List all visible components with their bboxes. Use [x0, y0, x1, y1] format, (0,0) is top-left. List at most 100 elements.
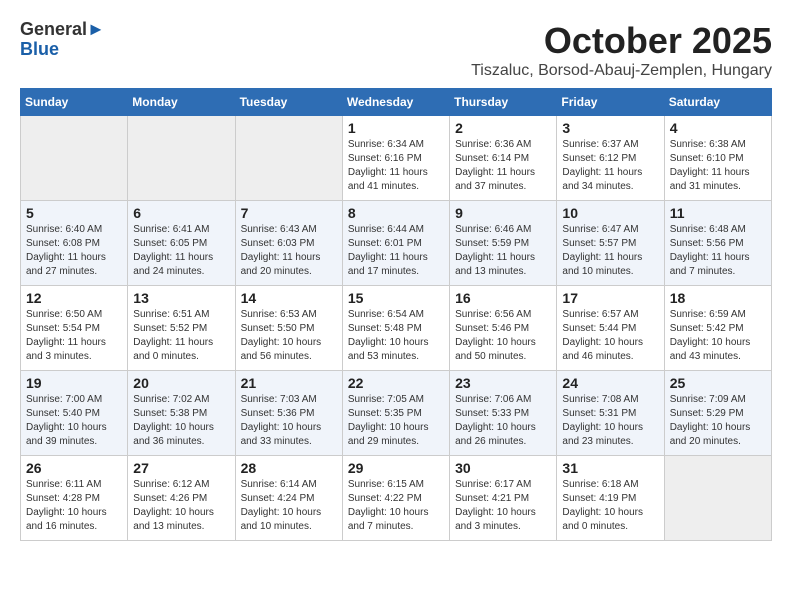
day-info: Sunrise: 6:47 AM Sunset: 5:57 PM Dayligh… — [562, 223, 658, 279]
calendar-cell: 31 Sunrise: 6:18 AM Sunset: 4:19 PM Dayli… — [557, 456, 664, 541]
day-number: 18 — [670, 290, 766, 306]
header-monday: Monday — [128, 89, 235, 116]
calendar-cell: 10 Sunrise: 6:47 AM Sunset: 5:57 PM Dayli… — [557, 201, 664, 286]
calendar-cell: 16Sunrise: 6:56 AM Sunset: 5:46 PM Dayli… — [450, 286, 557, 371]
day-number: 26 — [26, 460, 122, 476]
day-info: Sunrise: 6:48 AM Sunset: 5:56 PM Dayligh… — [670, 223, 766, 279]
logo: General► Blue — [20, 20, 105, 60]
day-info: Sunrise: 6:46 AM Sunset: 5:59 PM Dayligh… — [455, 223, 551, 279]
day-number: 10 — [562, 205, 658, 221]
day-info: Sunrise: 7:05 AM Sunset: 5:35 PM Dayligh… — [348, 393, 444, 449]
calendar-cell: 12Sunrise: 6:50 AM Sunset: 5:54 PM Dayli… — [21, 286, 128, 371]
calendar-cell: 22 Sunrise: 7:05 AM Sunset: 5:35 PM Dayli… — [342, 371, 449, 456]
day-info: Sunrise: 7:09 AM Sunset: 5:29 PM Dayligh… — [670, 393, 766, 449]
calendar-cell: 14 Sunrise: 6:53 AM Sunset: 5:50 PM Dayli… — [235, 286, 342, 371]
day-info: Sunrise: 7:03 AM Sunset: 5:36 PM Dayligh… — [241, 393, 337, 449]
day-number: 23 — [455, 375, 551, 391]
calendar-cell: 19Sunrise: 7:00 AM Sunset: 5:40 PM Dayli… — [21, 371, 128, 456]
calendar-cell: 2 Sunrise: 6:36 AM Sunset: 6:14 PM Daylig… — [450, 116, 557, 201]
day-number: 16 — [455, 290, 551, 306]
calendar-cell: 9 Sunrise: 6:46 AM Sunset: 5:59 PM Daylig… — [450, 201, 557, 286]
day-info: Sunrise: 6:36 AM Sunset: 6:14 PM Dayligh… — [455, 138, 551, 194]
day-info: Sunrise: 6:59 AM Sunset: 5:42 PM Dayligh… — [670, 308, 766, 364]
day-info: Sunrise: 6:11 AM Sunset: 4:28 PM Dayligh… — [26, 478, 122, 534]
header-thursday: Thursday — [450, 89, 557, 116]
day-info: Sunrise: 6:38 AM Sunset: 6:10 PM Dayligh… — [670, 138, 766, 194]
day-info: Sunrise: 6:51 AM Sunset: 5:52 PM Dayligh… — [133, 308, 229, 364]
calendar-cell — [235, 116, 342, 201]
day-number: 11 — [670, 205, 766, 221]
calendar-cell: 29Sunrise: 6:15 AM Sunset: 4:22 PM Dayli… — [342, 456, 449, 541]
calendar-cell: 3 Sunrise: 6:37 AM Sunset: 6:12 PM Daylig… — [557, 116, 664, 201]
day-info: Sunrise: 6:18 AM Sunset: 4:19 PM Dayligh… — [562, 478, 658, 534]
calendar-cell — [21, 116, 128, 201]
header-friday: Friday — [557, 89, 664, 116]
day-number: 7 — [241, 205, 337, 221]
day-number: 19 — [26, 375, 122, 391]
weekday-header-row: Sunday Monday Tuesday Wednesday Thursday… — [21, 89, 772, 116]
day-number: 1 — [348, 120, 444, 136]
calendar-cell: 1Sunrise: 6:34 AM Sunset: 6:16 PM Daylig… — [342, 116, 449, 201]
calendar-cell: 4 Sunrise: 6:38 AM Sunset: 6:10 PM Daylig… — [664, 116, 771, 201]
day-info: Sunrise: 6:14 AM Sunset: 4:24 PM Dayligh… — [241, 478, 337, 534]
day-info: Sunrise: 6:40 AM Sunset: 6:08 PM Dayligh… — [26, 223, 122, 279]
week-row-2: 12Sunrise: 6:50 AM Sunset: 5:54 PM Dayli… — [21, 286, 772, 371]
day-number: 4 — [670, 120, 766, 136]
calendar-cell: 20 Sunrise: 7:02 AM Sunset: 5:38 PM Dayli… — [128, 371, 235, 456]
day-number: 9 — [455, 205, 551, 221]
calendar-cell: 21 Sunrise: 7:03 AM Sunset: 5:36 PM Dayli… — [235, 371, 342, 456]
day-info: Sunrise: 7:02 AM Sunset: 5:38 PM Dayligh… — [133, 393, 229, 449]
header-wednesday: Wednesday — [342, 89, 449, 116]
day-number: 22 — [348, 375, 444, 391]
day-number: 21 — [241, 375, 337, 391]
calendar-cell: 18 Sunrise: 6:59 AM Sunset: 5:42 PM Dayli… — [664, 286, 771, 371]
week-row-3: 19Sunrise: 7:00 AM Sunset: 5:40 PM Dayli… — [21, 371, 772, 456]
day-number: 20 — [133, 375, 229, 391]
calendar-table: Sunday Monday Tuesday Wednesday Thursday… — [20, 88, 772, 541]
day-info: Sunrise: 7:08 AM Sunset: 5:31 PM Dayligh… — [562, 393, 658, 449]
calendar-cell: 15 Sunrise: 6:54 AM Sunset: 5:48 PM Dayli… — [342, 286, 449, 371]
day-number: 15 — [348, 290, 444, 306]
day-info: Sunrise: 7:06 AM Sunset: 5:33 PM Dayligh… — [455, 393, 551, 449]
calendar-cell: 28 Sunrise: 6:14 AM Sunset: 4:24 PM Dayli… — [235, 456, 342, 541]
calendar-cell: 25Sunrise: 7:09 AM Sunset: 5:29 PM Dayli… — [664, 371, 771, 456]
calendar-cell: 26 Sunrise: 6:11 AM Sunset: 4:28 PM Dayli… — [21, 456, 128, 541]
page-container: General► Blue October 2025 Tiszaluc, Bor… — [20, 20, 772, 541]
header-saturday: Saturday — [664, 89, 771, 116]
day-number: 12 — [26, 290, 122, 306]
day-number: 28 — [241, 460, 337, 476]
day-number: 29 — [348, 460, 444, 476]
day-number: 31 — [562, 460, 658, 476]
calendar-cell: 30Sunrise: 6:17 AM Sunset: 4:21 PM Dayli… — [450, 456, 557, 541]
month-title: October 2025 — [471, 20, 772, 62]
logo-blue-text: Blue — [20, 39, 59, 59]
week-row-1: 5 Sunrise: 6:40 AM Sunset: 6:08 PM Daylig… — [21, 201, 772, 286]
header-tuesday: Tuesday — [235, 89, 342, 116]
day-number: 2 — [455, 120, 551, 136]
day-number: 5 — [26, 205, 122, 221]
day-number: 30 — [455, 460, 551, 476]
calendar-cell: 23 Sunrise: 7:06 AM Sunset: 5:33 PM Dayli… — [450, 371, 557, 456]
day-number: 14 — [241, 290, 337, 306]
calendar-cell — [128, 116, 235, 201]
calendar-cell — [664, 456, 771, 541]
calendar-cell: 6Sunrise: 6:41 AM Sunset: 6:05 PM Daylig… — [128, 201, 235, 286]
day-info: Sunrise: 6:43 AM Sunset: 6:03 PM Dayligh… — [241, 223, 337, 279]
calendar-cell: 7 Sunrise: 6:43 AM Sunset: 6:03 PM Daylig… — [235, 201, 342, 286]
day-number: 17 — [562, 290, 658, 306]
logo-general-text: General — [20, 19, 87, 39]
week-row-4: 26 Sunrise: 6:11 AM Sunset: 4:28 PM Dayli… — [21, 456, 772, 541]
day-info: Sunrise: 6:37 AM Sunset: 6:12 PM Dayligh… — [562, 138, 658, 194]
day-info: Sunrise: 6:57 AM Sunset: 5:44 PM Dayligh… — [562, 308, 658, 364]
header-sunday: Sunday — [21, 89, 128, 116]
day-info: Sunrise: 6:53 AM Sunset: 5:50 PM Dayligh… — [241, 308, 337, 364]
calendar-cell: 17 Sunrise: 6:57 AM Sunset: 5:44 PM Dayli… — [557, 286, 664, 371]
calendar-cell: 13Sunrise: 6:51 AM Sunset: 5:52 PM Dayli… — [128, 286, 235, 371]
title-section: October 2025 Tiszaluc, Borsod-Abauj-Zemp… — [471, 20, 772, 80]
day-number: 3 — [562, 120, 658, 136]
day-info: Sunrise: 6:54 AM Sunset: 5:48 PM Dayligh… — [348, 308, 444, 364]
day-number: 24 — [562, 375, 658, 391]
calendar-cell: 11 Sunrise: 6:48 AM Sunset: 5:56 PM Dayli… — [664, 201, 771, 286]
day-number: 6 — [133, 205, 229, 221]
calendar-cell: 27Sunrise: 6:12 AM Sunset: 4:26 PM Dayli… — [128, 456, 235, 541]
